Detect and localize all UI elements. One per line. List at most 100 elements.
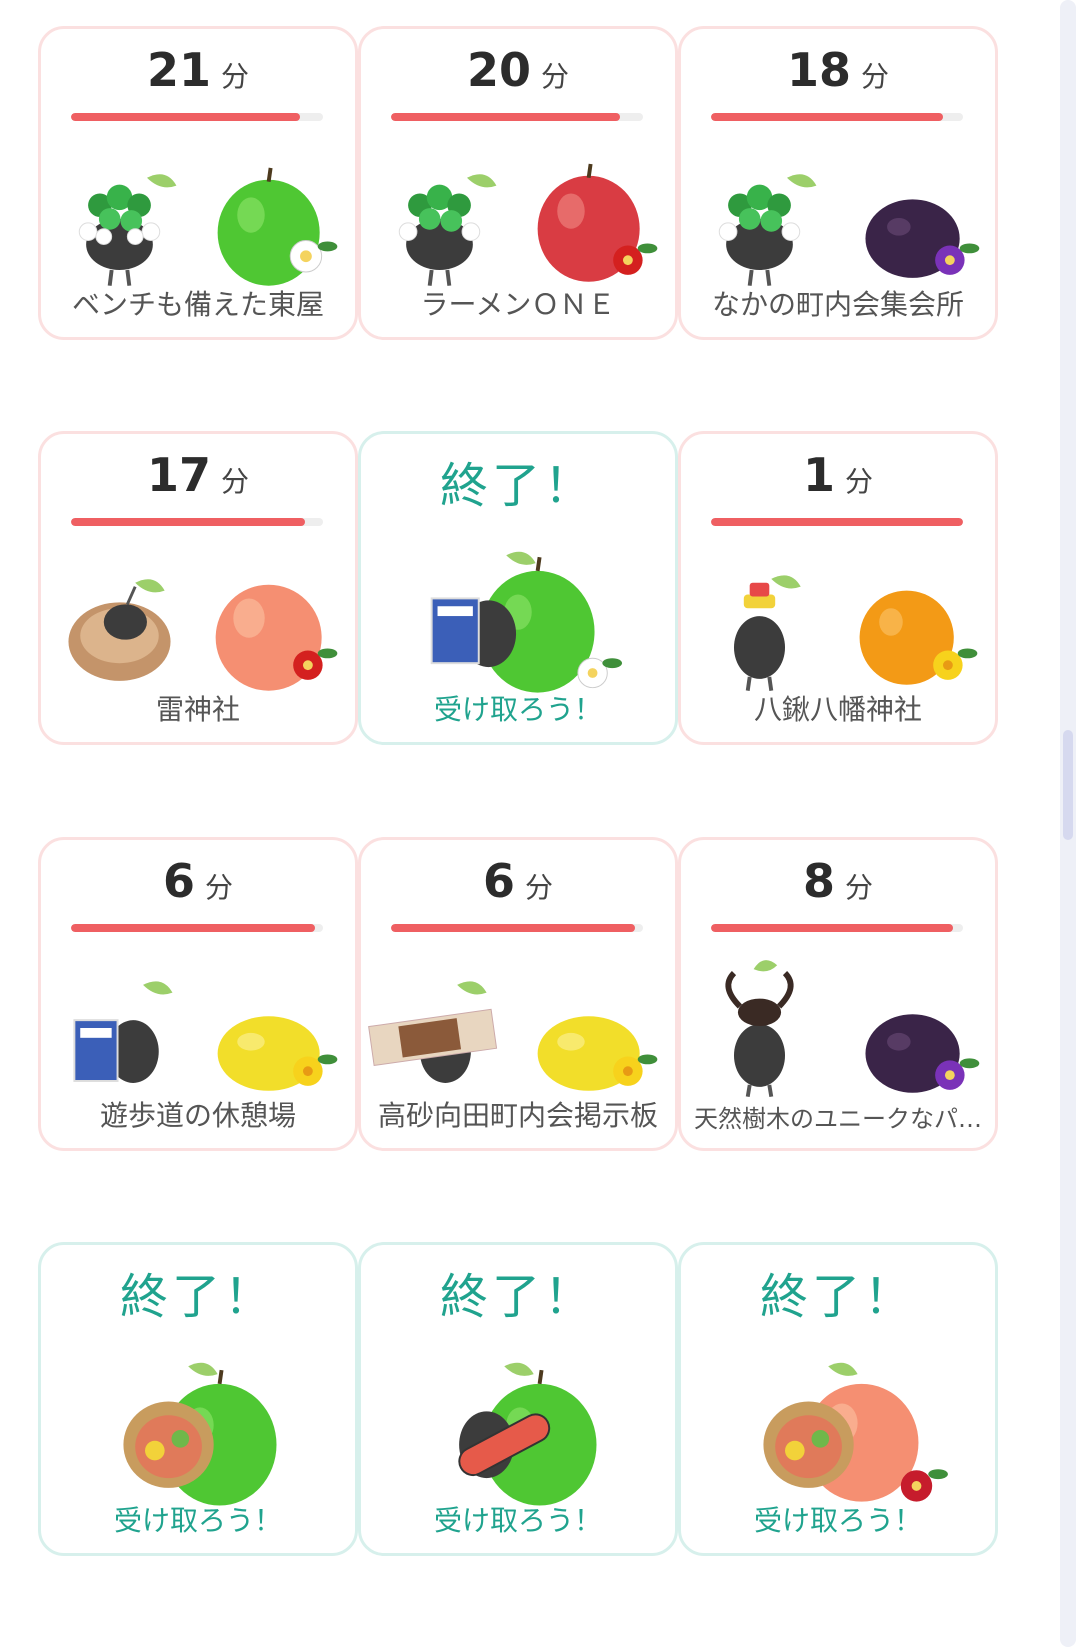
white-flower-icon bbox=[289, 240, 338, 273]
expedition-art bbox=[458, 1362, 597, 1506]
expedition-card[interactable]: 6分 遊歩道の休憩場 bbox=[38, 837, 358, 1151]
progress-bar bbox=[71, 518, 323, 526]
minutes-unit: 分 bbox=[541, 60, 570, 93]
expedition-card[interactable]: 8分 天然樹木のユニークなパ… bbox=[678, 837, 998, 1151]
expedition-card[interactable]: 6分 高砂向田町内会掲示板 bbox=[358, 837, 678, 1151]
expedition-art bbox=[78, 167, 338, 286]
timer: 6分 bbox=[41, 854, 355, 908]
wrap-pikmin-icon bbox=[123, 1362, 218, 1488]
minutes-unit: 分 bbox=[861, 60, 890, 93]
location-name: 高砂向田町内会掲示板 bbox=[377, 1099, 658, 1132]
wrap-pikmin-icon bbox=[763, 1362, 858, 1488]
progress-fill bbox=[71, 518, 306, 526]
location-name: なかの町内会集会所 bbox=[711, 288, 964, 321]
minutes-remaining: 1 bbox=[802, 448, 835, 502]
red-flower-icon bbox=[613, 243, 658, 275]
progress-bar bbox=[711, 518, 963, 526]
location-name: 遊歩道の休憩場 bbox=[99, 1099, 296, 1132]
location-name: 天然樹木のユニークなパ… bbox=[694, 1105, 982, 1133]
progress-bar bbox=[711, 924, 963, 932]
expedition-art bbox=[73, 981, 338, 1091]
progress-bar bbox=[711, 113, 963, 121]
expedition-art bbox=[763, 1362, 948, 1502]
expedition-card[interactable]: 18 分 なかの町内会集会所 bbox=[678, 26, 998, 340]
purple-flower-icon bbox=[935, 243, 980, 275]
timer: 8分 bbox=[681, 854, 995, 908]
clover-pikmin-icon bbox=[718, 174, 817, 286]
expedition-art bbox=[733, 575, 978, 691]
minutes-remaining: 17 bbox=[146, 448, 211, 502]
finished-label: 終了！ bbox=[119, 1269, 276, 1325]
expedition-art bbox=[430, 551, 623, 693]
clover-pikmin-icon bbox=[78, 174, 177, 286]
claim-label[interactable]: 受け取ろう！ bbox=[369, 688, 667, 728]
timer: 1分 bbox=[681, 448, 995, 502]
finished-label: 終了！ bbox=[759, 1269, 916, 1325]
progress-bar bbox=[71, 113, 323, 121]
red-flower-icon bbox=[293, 648, 338, 680]
minutes-remaining: 6 bbox=[482, 854, 515, 908]
snack-pikmin-icon bbox=[368, 981, 498, 1083]
expedition-grid: 21 分 ベンチも備えた東屋 20 分 ラーメンＯＮＥ 18 分 なかの町内会集会所 … bbox=[0, 0, 1080, 1647]
purple-flower-icon bbox=[935, 1058, 980, 1090]
expedition-art bbox=[123, 1362, 277, 1506]
expedition-card[interactable]: 21 分 ベンチも備えた東屋 bbox=[38, 26, 358, 340]
expedition-card[interactable]: 17 分 雷神社 bbox=[38, 431, 358, 745]
minutes-remaining: 21 bbox=[146, 43, 211, 97]
expedition-art bbox=[368, 981, 658, 1091]
claim-label[interactable]: 受け取ろう！ bbox=[49, 1499, 347, 1539]
location-name: ベンチも備えた東屋 bbox=[71, 288, 324, 321]
white-flower-icon bbox=[577, 657, 623, 689]
finished-label: 終了！ bbox=[439, 1269, 596, 1325]
timer: 17 分 bbox=[41, 448, 355, 502]
expedition-art bbox=[718, 174, 980, 286]
scrollbar-thumb[interactable] bbox=[1063, 730, 1073, 840]
progress-fill bbox=[711, 518, 963, 526]
expedition-art bbox=[68, 579, 338, 691]
timer: 18 分 bbox=[681, 43, 995, 97]
minutes-remaining: 20 bbox=[466, 43, 531, 97]
location-name: ラーメンＯＮＥ bbox=[420, 288, 616, 321]
progress-fill bbox=[711, 113, 943, 121]
progress-fill bbox=[391, 924, 636, 932]
location-name: 雷神社 bbox=[155, 693, 240, 726]
progress-fill bbox=[71, 113, 301, 121]
timer: 20 分 bbox=[361, 43, 675, 97]
minutes-unit: 分 bbox=[205, 871, 234, 904]
expedition-card-finished[interactable]: 終了！ 受け取ろう！ bbox=[38, 1242, 358, 1556]
bottlecap-pikmin-icon bbox=[733, 575, 801, 691]
minutes-remaining: 8 bbox=[802, 854, 835, 908]
location-name: 八鍬八幡神社 bbox=[753, 693, 922, 726]
clover-pikmin-icon bbox=[398, 174, 497, 286]
progress-fill bbox=[391, 113, 621, 121]
minutes-unit: 分 bbox=[221, 60, 250, 93]
progress-bar bbox=[391, 113, 643, 121]
expedition-card[interactable]: 1分 八鍬八幡神社 bbox=[678, 431, 998, 745]
progress-bar bbox=[71, 924, 323, 932]
claim-label[interactable]: 受け取ろう！ bbox=[369, 1499, 667, 1539]
minutes-remaining: 6 bbox=[162, 854, 195, 908]
yellow-flower-icon bbox=[933, 648, 978, 680]
expedition-card-finished[interactable]: 終了！ 受け取ろう！ bbox=[678, 1242, 998, 1556]
yellow-flower-icon bbox=[293, 1054, 338, 1086]
beetle-pikmin-icon bbox=[725, 960, 794, 1098]
minutes-unit: 分 bbox=[221, 465, 250, 498]
expedition-card-finished[interactable]: 終了！ 受け取ろう！ bbox=[358, 431, 678, 745]
minutes-unit: 分 bbox=[845, 871, 874, 904]
expedition-card-finished[interactable]: 終了！ 受け取ろう！ bbox=[358, 1242, 678, 1556]
finished-label: 終了！ bbox=[439, 458, 596, 514]
progress-bar bbox=[391, 924, 643, 932]
expedition-art bbox=[725, 960, 980, 1098]
minutes-unit: 分 bbox=[845, 465, 874, 498]
progress-fill bbox=[711, 924, 953, 932]
claim-label[interactable]: 受け取ろう！ bbox=[689, 1499, 987, 1539]
scrollbar[interactable] bbox=[1060, 0, 1076, 1647]
progress-fill bbox=[71, 924, 316, 932]
expedition-card[interactable]: 20 分 ラーメンＯＮＥ bbox=[358, 26, 678, 340]
expedition-art bbox=[398, 163, 658, 286]
timer: 6分 bbox=[361, 854, 675, 908]
minutes-remaining: 18 bbox=[786, 43, 851, 97]
book-pikmin-icon bbox=[73, 981, 173, 1083]
yellow-flower-icon bbox=[613, 1054, 658, 1086]
timer: 21 分 bbox=[41, 43, 355, 97]
